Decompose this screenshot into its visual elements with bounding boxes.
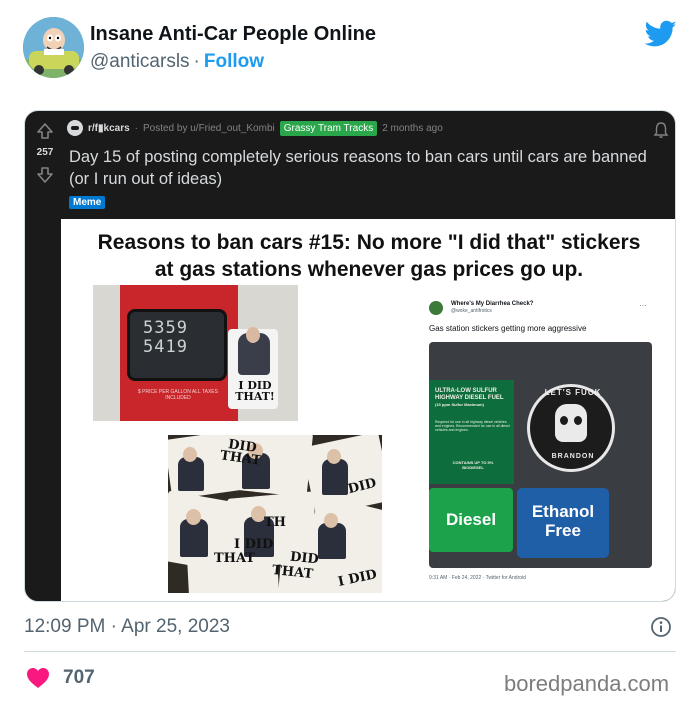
pump-small-text: $ PRICE PER GALLON ALL TAXES INCLUDED xyxy=(138,389,218,401)
family-guy-avatar xyxy=(23,17,84,78)
tweet-timestamp[interactable]: 12:09 PM · Apr 25, 2023 xyxy=(24,616,230,638)
embedded-tweet-footer: 9:31 AM · Feb 24, 2022 · Twitter for And… xyxy=(429,575,526,581)
post-meta-row: r/f▮kcars · Posted by u/Fried_out_Kombi … xyxy=(67,120,443,136)
post-title[interactable]: Day 15 of posting completely serious rea… xyxy=(69,146,649,190)
diesel-label-title: ULTRA-LOW SULFUR HIGHWAY DIESEL FUEL xyxy=(435,388,504,401)
sticker-text: I DID THAT! xyxy=(235,379,275,403)
skull-eye xyxy=(560,416,568,425)
sticker-head xyxy=(246,327,260,343)
pump-price-line-2: 5419 xyxy=(143,337,188,357)
separator-dot: · xyxy=(193,51,200,72)
ethanol-line-1: Ethanol xyxy=(531,502,595,521)
ethanol-line-2: Free xyxy=(545,521,581,540)
downvote-arrow-icon[interactable] xyxy=(35,165,55,185)
subreddit-name[interactable]: r/f▮kcars xyxy=(88,123,130,134)
pump-stickers-photo: ULTRA-LOW SULFUR HIGHWAY DIESEL FUEL (15… xyxy=(429,342,652,568)
diesel-label-sub: (15 ppm Sulfur Maximum) xyxy=(435,402,484,407)
heart-icon[interactable] xyxy=(26,667,50,689)
upvote-arrow-icon[interactable] xyxy=(35,121,55,141)
sticker-collage-photo: DID THAT TH I DID THAT DID THAT DID I DI… xyxy=(168,435,382,593)
collage-head xyxy=(186,509,201,525)
follow-button[interactable]: Follow xyxy=(204,51,264,72)
diesel-label-contains: CONTAINS UP TO 5% BIODIESEL xyxy=(452,460,494,470)
more-icon: ··· xyxy=(639,301,647,310)
collage-figure xyxy=(322,459,348,495)
embedded-tweet-text: Gas station stickers getting more aggres… xyxy=(429,324,587,333)
account-handle-row: @anticarsls · Follow xyxy=(90,51,264,73)
post-flair[interactable]: Meme xyxy=(69,196,106,209)
vote-column: 257 xyxy=(25,111,65,231)
collage-text: TH xyxy=(264,515,286,530)
embedded-tweet-name: Where's My Diarrhea Check? xyxy=(451,301,534,307)
tweet-header: Insane Anti-Car People Online @anticarsl… xyxy=(0,0,700,96)
reddit-post-screenshot[interactable]: 257 r/f▮kcars · Posted by u/Fried_out_Ko… xyxy=(24,110,676,602)
collage-figure xyxy=(178,457,204,491)
diesel-button-label: Diesel xyxy=(445,510,497,529)
caption-line-1: Reasons to ban cars #15: No more "I did … xyxy=(97,231,641,254)
meme-caption: Reasons to ban cars #15: No more "I did … xyxy=(61,229,675,283)
skull-sticker-bottom-text: BRANDON xyxy=(551,453,595,460)
caption-line-2: at gas stations whenever gas prices go u… xyxy=(154,258,584,281)
collage-head xyxy=(183,447,197,462)
skull-eye xyxy=(574,416,582,425)
posted-by[interactable]: Posted by u/Fried_out_Kombi xyxy=(143,123,275,134)
ethanol-free-label: Ethanol Free xyxy=(517,502,609,540)
separator-dot: · xyxy=(134,122,138,134)
diesel-label-small: Required for use in all highway diesel v… xyxy=(435,420,510,432)
embedded-tweet-screenshot: Where's My Diarrhea Check? @woke_antifro… xyxy=(421,297,655,597)
like-count[interactable]: 707 xyxy=(63,667,95,689)
collage-text: I DID xyxy=(234,537,274,552)
info-icon[interactable] xyxy=(650,616,672,638)
gas-pump-photo: 5359 5419 $ PRICE PER GALLON ALL TAXES I… xyxy=(93,285,298,421)
divider xyxy=(24,651,676,652)
skull-sticker-top-text: LET'S FUCK xyxy=(544,388,602,397)
subreddit-icon xyxy=(67,120,83,136)
collage-figure xyxy=(318,523,346,559)
notification-bell-icon[interactable] xyxy=(653,121,669,139)
pump-digits: 5359 5419 xyxy=(143,319,221,357)
diesel-label-text: ULTRA-LOW SULFUR HIGHWAY DIESEL FUEL (15… xyxy=(435,388,510,408)
vote-score: 257 xyxy=(36,147,54,158)
embedded-tweet-handle: @woke_antifrotics xyxy=(451,308,492,314)
post-age: 2 months ago xyxy=(382,122,443,134)
account-avatar[interactable] xyxy=(23,17,84,78)
account-handle[interactable]: @anticarsls xyxy=(90,51,190,72)
meme-image[interactable]: Reasons to ban cars #15: No more "I did … xyxy=(61,219,675,601)
collage-head xyxy=(327,449,341,464)
collage-text: THAT xyxy=(214,551,256,566)
user-flair: Grassy Tram Tracks xyxy=(279,120,378,136)
collage-head xyxy=(324,513,338,528)
pump-price-line-1: 5359 xyxy=(143,318,188,338)
embedded-tweet-avatar xyxy=(429,301,443,315)
account-name[interactable]: Insane Anti-Car People Online xyxy=(90,23,376,46)
watermark: boredpanda.com xyxy=(504,671,670,696)
twitter-bird-icon[interactable] xyxy=(645,20,677,48)
